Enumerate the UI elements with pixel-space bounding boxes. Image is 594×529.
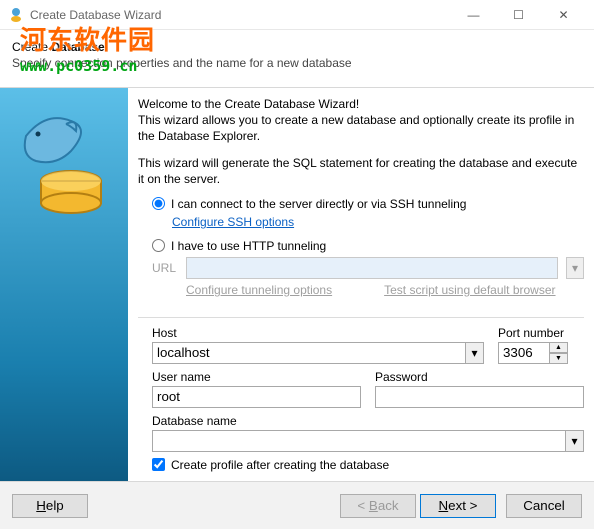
port-spin-down[interactable]: ▼ xyxy=(550,353,568,364)
radio-http-label: I have to use HTTP tunneling xyxy=(171,239,326,253)
wizard-header: Create Database Specify connection prope… xyxy=(0,30,594,88)
titlebar: Create Database Wizard — ☐ ✕ xyxy=(0,0,594,30)
password-input[interactable] xyxy=(375,386,584,408)
radio-direct-row[interactable]: I can connect to the server directly or … xyxy=(152,197,584,211)
host-input[interactable] xyxy=(152,342,466,364)
port-spin-up[interactable]: ▲ xyxy=(550,342,568,353)
help-button[interactable]: Help xyxy=(12,494,88,518)
port-input[interactable] xyxy=(498,342,550,364)
dbname-label: Database name xyxy=(152,414,584,428)
close-button[interactable]: ✕ xyxy=(541,1,586,29)
host-label: Host xyxy=(152,326,484,340)
window-title: Create Database Wizard xyxy=(30,8,451,22)
next-button[interactable]: Next > xyxy=(420,494,496,518)
url-row: URL ▾ xyxy=(152,257,584,279)
configure-ssh-link[interactable]: Configure SSH options xyxy=(172,215,294,229)
create-profile-row[interactable]: Create profile after creating the databa… xyxy=(152,458,584,472)
wizard-main: Welcome to the Create Database Wizard! T… xyxy=(128,88,594,481)
app-icon xyxy=(8,7,24,23)
cancel-button[interactable]: Cancel xyxy=(506,494,582,518)
create-profile-checkbox[interactable] xyxy=(152,458,165,471)
page-subtitle: Specify connection properties and the na… xyxy=(12,56,582,70)
info-text: This wizard will generate the SQL statem… xyxy=(138,155,584,187)
dolphin-db-icon xyxy=(16,106,112,216)
url-input xyxy=(186,257,558,279)
host-dropdown-button[interactable]: ▾ xyxy=(466,342,484,364)
test-script-link: Test script using default browser xyxy=(384,283,555,297)
configure-tunnel-link: Configure tunneling options xyxy=(186,283,332,297)
user-label: User name xyxy=(152,370,361,384)
user-input[interactable] xyxy=(152,386,361,408)
wizard-footer: Help < Back Next > Cancel xyxy=(0,481,594,529)
port-label: Port number xyxy=(498,326,584,340)
radio-direct[interactable] xyxy=(152,197,165,210)
dbname-dropdown-button[interactable]: ▾ xyxy=(566,430,584,452)
welcome-text: Welcome to the Create Database Wizard! T… xyxy=(138,96,584,145)
page-title: Create Database xyxy=(12,40,582,54)
password-label: Password xyxy=(375,370,584,384)
radio-http-row[interactable]: I have to use HTTP tunneling xyxy=(152,239,584,253)
create-profile-label: Create profile after creating the databa… xyxy=(171,458,389,472)
divider xyxy=(138,317,584,318)
maximize-button[interactable]: ☐ xyxy=(496,1,541,29)
wizard-sidebar xyxy=(0,88,128,481)
url-label: URL xyxy=(152,261,178,275)
back-button: < Back xyxy=(340,494,416,518)
radio-direct-label: I can connect to the server directly or … xyxy=(171,197,466,211)
radio-http[interactable] xyxy=(152,239,165,252)
minimize-button[interactable]: — xyxy=(451,1,496,29)
dbname-input[interactable] xyxy=(152,430,566,452)
url-dropdown-button: ▾ xyxy=(566,257,584,279)
